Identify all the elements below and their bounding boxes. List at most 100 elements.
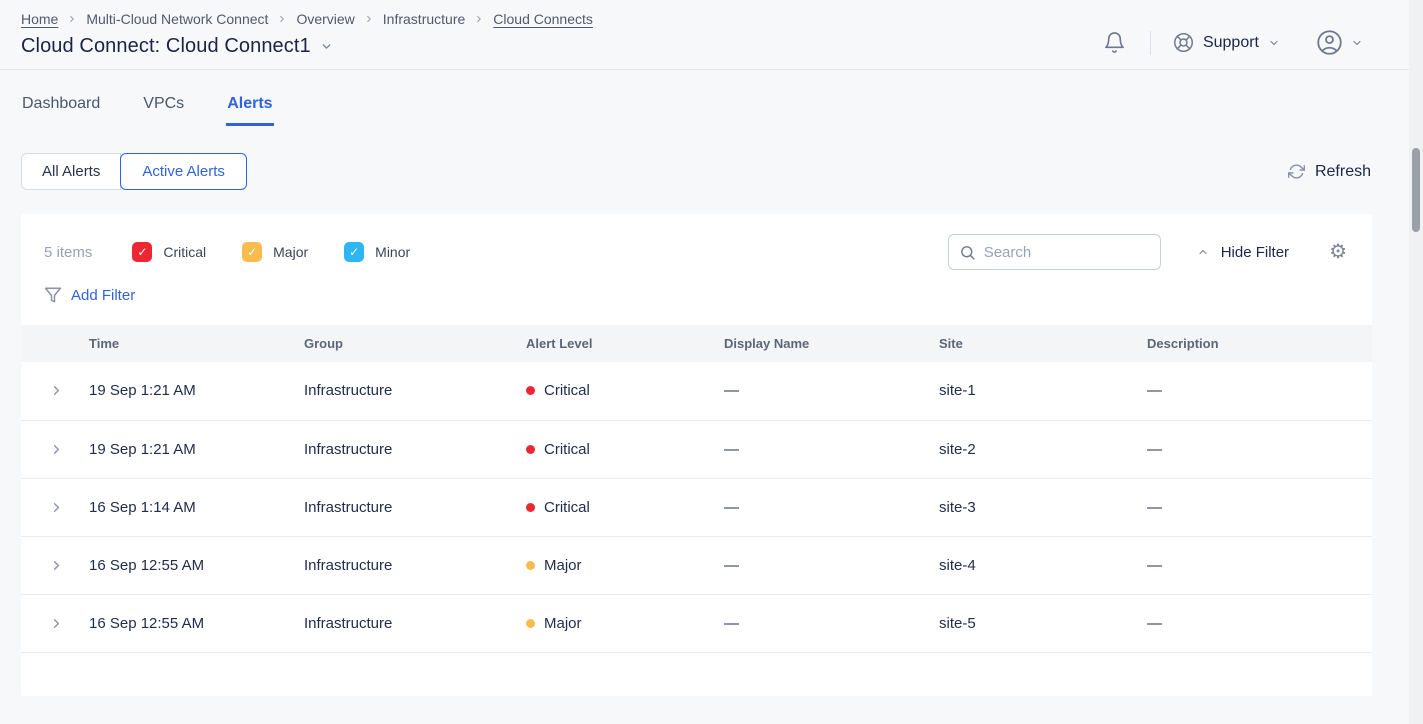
- cell-alert-level: Critical: [526, 420, 724, 478]
- cell-time: 16 Sep 12:55 AM: [89, 594, 304, 652]
- active-alerts-button[interactable]: Active Alerts: [120, 153, 247, 190]
- page-title: Cloud Connect: Cloud Connect1: [21, 35, 311, 58]
- cell-site: site-1: [939, 362, 1147, 420]
- cell-time: 19 Sep 1:21 AM: [89, 362, 304, 420]
- alert-level-dot: [526, 561, 535, 570]
- alerts-card: 5 items ✓ Critical ✓ Major ✓ Minor Hide …: [21, 214, 1372, 696]
- chevron-up-icon: [1197, 246, 1209, 258]
- filter-checkbox-critical[interactable]: ✓ Critical: [132, 242, 206, 262]
- row-expand-chevron-icon[interactable]: [49, 558, 64, 573]
- column-expander: [21, 325, 89, 362]
- checkbox-checked-icon: ✓: [132, 242, 152, 262]
- search-icon: [959, 244, 976, 261]
- title-dropdown-chevron-icon[interactable]: [320, 40, 333, 53]
- scrollbar-thumb[interactable]: [1412, 148, 1420, 232]
- life-ring-icon: [1173, 32, 1194, 53]
- filter-label-critical: Critical: [163, 244, 206, 260]
- column-description: Description: [1147, 325, 1372, 362]
- search-box[interactable]: [948, 234, 1161, 270]
- tab-alerts[interactable]: Alerts: [226, 95, 273, 126]
- filter-label-minor: Minor: [375, 244, 410, 260]
- breadcrumb-home[interactable]: Home: [21, 11, 58, 27]
- breadcrumb-item[interactable]: Multi-Cloud Network Connect: [86, 11, 268, 27]
- table-row[interactable]: 16 Sep 12:55 AM Infrastructure Major — s…: [21, 536, 1372, 594]
- breadcrumb-item[interactable]: Infrastructure: [383, 11, 465, 27]
- cell-site: site-3: [939, 478, 1147, 536]
- breadcrumb: Home Multi-Cloud Network Connect Overvie…: [21, 10, 593, 28]
- column-site: Site: [939, 325, 1147, 362]
- alert-level-label: Critical: [544, 499, 590, 516]
- alert-level-dot: [526, 503, 535, 512]
- checkbox-checked-icon: ✓: [344, 242, 364, 262]
- alert-level-label: Major: [544, 615, 582, 632]
- alerts-table: Time Group Alert Level Display Name Site…: [21, 325, 1372, 653]
- tab-dashboard[interactable]: Dashboard: [21, 95, 101, 126]
- hide-filter-label: Hide Filter: [1221, 244, 1289, 261]
- cell-site: site-4: [939, 536, 1147, 594]
- controls-row: All Alerts Active Alerts Refresh: [0, 126, 1423, 190]
- cell-display-name: —: [724, 594, 939, 652]
- user-avatar-icon: [1316, 29, 1343, 56]
- breadcrumb-separator-icon: [277, 14, 287, 24]
- add-filter-label: Add Filter: [71, 287, 135, 304]
- hide-filter-button[interactable]: Hide Filter: [1197, 244, 1289, 261]
- breadcrumb-separator-icon: [364, 14, 374, 24]
- column-group: Group: [304, 325, 526, 362]
- cell-group: Infrastructure: [304, 420, 526, 478]
- alert-scope-toggle: All Alerts Active Alerts: [21, 153, 247, 190]
- bell-icon: [1103, 31, 1126, 54]
- cell-group: Infrastructure: [304, 478, 526, 536]
- cell-display-name: —: [724, 362, 939, 420]
- all-alerts-button[interactable]: All Alerts: [21, 153, 121, 190]
- check-icon: ✓: [247, 246, 257, 258]
- search-input[interactable]: [984, 244, 1150, 261]
- table-row[interactable]: 16 Sep 1:14 AM Infrastructure Critical —…: [21, 478, 1372, 536]
- tab-bar: Dashboard VPCs Alerts: [0, 70, 1423, 126]
- row-expand-chevron-icon[interactable]: [49, 442, 64, 457]
- support-menu-button[interactable]: Support: [1173, 32, 1280, 53]
- header-divider: [1150, 31, 1151, 55]
- vertical-scrollbar[interactable]: [1409, 0, 1423, 724]
- cell-time: 19 Sep 1:21 AM: [89, 420, 304, 478]
- cell-alert-level: Major: [526, 536, 724, 594]
- row-expand-chevron-icon[interactable]: [49, 500, 64, 515]
- filter-checkbox-major[interactable]: ✓ Major: [242, 242, 308, 262]
- support-chevron-down-icon: [1268, 37, 1280, 49]
- column-display-name: Display Name: [724, 325, 939, 362]
- account-menu-button[interactable]: [1316, 29, 1363, 56]
- tab-vpcs[interactable]: VPCs: [142, 95, 185, 126]
- cell-description: —: [1147, 594, 1372, 652]
- add-filter-button[interactable]: Add Filter: [44, 286, 135, 304]
- cell-description: —: [1147, 362, 1372, 420]
- table-row[interactable]: 19 Sep 1:21 AM Infrastructure Critical —…: [21, 420, 1372, 478]
- check-icon: ✓: [349, 246, 359, 258]
- cell-alert-level: Major: [526, 594, 724, 652]
- cell-display-name: —: [724, 536, 939, 594]
- table-row[interactable]: 19 Sep 1:21 AM Infrastructure Critical —…: [21, 362, 1372, 420]
- cell-description: —: [1147, 536, 1372, 594]
- cell-site: site-2: [939, 420, 1147, 478]
- filter-checkbox-minor[interactable]: ✓ Minor: [344, 242, 410, 262]
- notifications-button[interactable]: [1103, 31, 1126, 54]
- cell-site: site-5: [939, 594, 1147, 652]
- cell-description: —: [1147, 420, 1372, 478]
- breadcrumb-item[interactable]: Overview: [296, 11, 354, 27]
- cell-alert-level: Critical: [526, 362, 724, 420]
- title-row: Cloud Connect: Cloud Connect1: [21, 35, 593, 58]
- breadcrumb-cloud-connects[interactable]: Cloud Connects: [493, 11, 593, 27]
- items-count: 5 items: [44, 244, 92, 261]
- row-expand-chevron-icon[interactable]: [49, 383, 64, 398]
- alert-level-dot: [526, 386, 535, 395]
- table-row[interactable]: 16 Sep 12:55 AM Infrastructure Major — s…: [21, 594, 1372, 652]
- page-header: Home Multi-Cloud Network Connect Overvie…: [0, 0, 1423, 70]
- refresh-label: Refresh: [1315, 163, 1371, 181]
- alert-level-dot: [526, 445, 535, 454]
- cell-time: 16 Sep 1:14 AM: [89, 478, 304, 536]
- row-expand-chevron-icon[interactable]: [49, 616, 64, 631]
- refresh-icon: [1288, 163, 1305, 180]
- settings-gear-icon[interactable]: ⚙: [1329, 242, 1347, 262]
- cell-description: —: [1147, 478, 1372, 536]
- check-icon: ✓: [137, 246, 147, 258]
- refresh-button[interactable]: Refresh: [1288, 163, 1371, 181]
- breadcrumb-separator-icon: [474, 14, 484, 24]
